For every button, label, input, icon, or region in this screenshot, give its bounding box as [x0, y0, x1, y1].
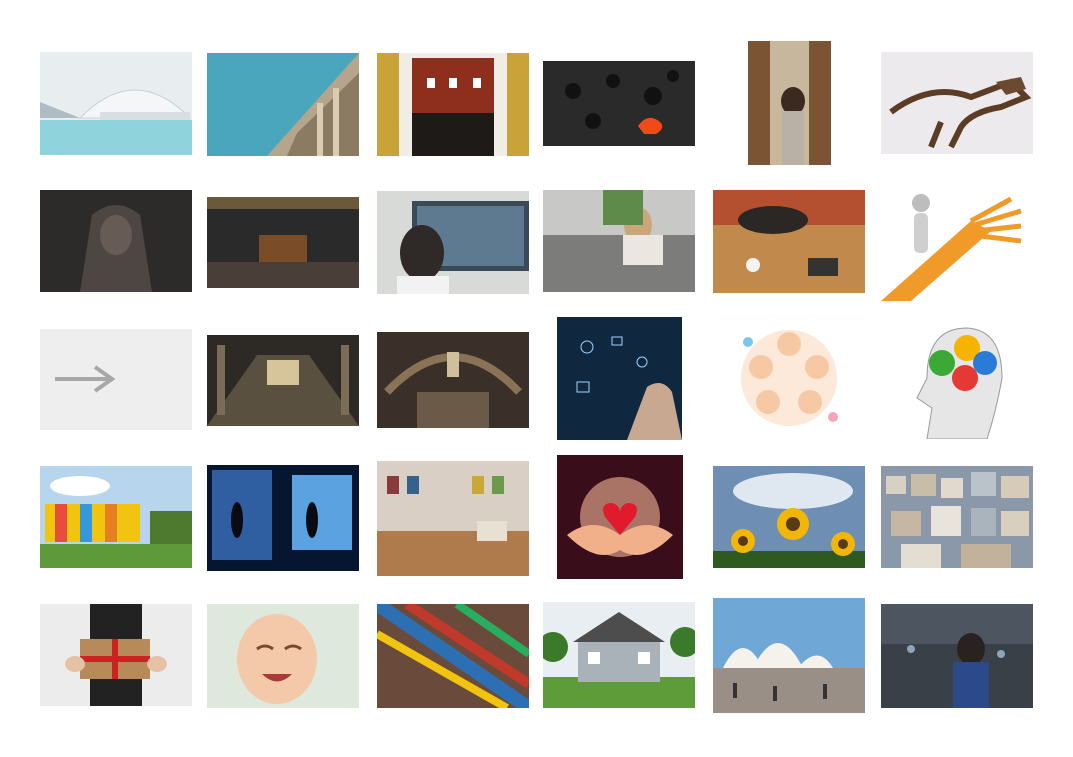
photo-tile-sphinx[interactable]	[40, 190, 192, 292]
photo-tile-paint-brushes[interactable]	[377, 604, 529, 708]
photo-tile-digital-icons-hand[interactable]	[557, 317, 682, 440]
photo-tile-glowing-heart[interactable]	[557, 455, 683, 579]
photo-tile-choice-arrows[interactable]	[881, 191, 1024, 301]
photo-tile-head-with-gears[interactable]	[907, 318, 1008, 439]
photo-tile-classical-building[interactable]	[207, 53, 359, 156]
photo-tile-colorful-building[interactable]	[40, 466, 192, 568]
photo-tile-laughing-baby[interactable]	[207, 604, 359, 708]
photo-tile-city-hillside[interactable]	[881, 466, 1033, 568]
photo-tile-white-arrow-wall[interactable]	[40, 329, 192, 430]
photo-tile-museum-corridor[interactable]	[207, 335, 359, 426]
photo-tile-natural-history-hall[interactable]	[377, 332, 529, 428]
photo-tile-library-reader[interactable]	[748, 41, 831, 165]
photo-tile-question-marks[interactable]	[543, 61, 695, 146]
photo-tile-cartoon-children-circle[interactable]	[733, 322, 845, 435]
photo-tile-woman-viewing-painting[interactable]	[377, 191, 529, 294]
photo-tile-framed-pictures-gallery[interactable]	[377, 461, 529, 576]
photo-tile-red-gallery[interactable]	[377, 53, 529, 156]
photo-tile-suburban-house[interactable]	[543, 602, 695, 708]
photo-tile-projection-room[interactable]	[207, 465, 359, 571]
photo-tile-wooden-table[interactable]	[713, 190, 865, 293]
photo-tile-woman-on-couch[interactable]	[543, 190, 695, 292]
photo-tile-sydney-opera-house[interactable]	[713, 598, 865, 713]
photo-tile-child-with-backpack[interactable]	[881, 604, 1033, 708]
photo-tile-gift-box[interactable]	[40, 604, 192, 706]
photo-tile-dinosaur-skeleton[interactable]	[881, 52, 1033, 154]
photo-tile-museum-painting-hall[interactable]	[207, 197, 359, 288]
photo-tile-futuristic-architecture[interactable]	[40, 52, 192, 155]
photo-tile-sunflowers[interactable]	[713, 466, 865, 568]
